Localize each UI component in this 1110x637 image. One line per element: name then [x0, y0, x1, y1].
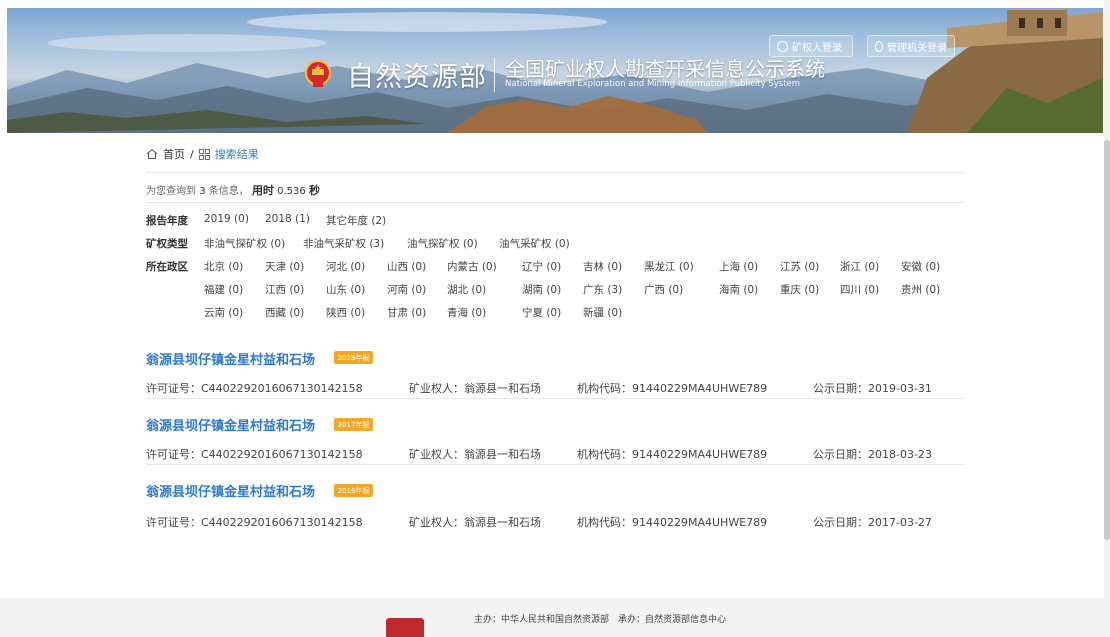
filter-type-option[interactable]: 油气采矿权 (0)	[499, 236, 570, 251]
license-number: 许可证号：C4402292016067130142158	[146, 516, 363, 529]
filter-type-option[interactable]: 油气探矿权 (0)	[407, 236, 478, 251]
brand-separator	[494, 58, 495, 92]
filter-region-option[interactable]: 四川 (0)	[840, 282, 879, 297]
filter-region-option[interactable]: 湖北 (0)	[447, 282, 486, 297]
footer: 主办：中华人民共和国自然资源部 承办：自然资源部信息中心	[0, 598, 1110, 637]
filter-type-option[interactable]: 非油气探矿权 (0)	[204, 236, 285, 251]
miner-login-button[interactable]: 矿权人登录	[769, 35, 853, 57]
home-icon	[146, 148, 158, 159]
user-icon	[777, 40, 788, 52]
filter-region-option[interactable]: 安徽 (0)	[901, 259, 940, 274]
divider	[146, 202, 964, 203]
filter-region-option[interactable]: 西藏 (0)	[265, 305, 304, 320]
filter-region-option[interactable]: 北京 (0)	[204, 259, 243, 274]
footer-sponsor: 主办：中华人民共和国自然资源部 承办：自然资源部信息中心	[474, 615, 727, 625]
filter-region-option[interactable]: 内蒙古 (0)	[447, 259, 497, 274]
national-emblem-icon	[305, 60, 331, 87]
filter-region-option[interactable]: 山东 (0)	[326, 282, 365, 297]
footer-logo	[386, 618, 424, 637]
admin-login-button[interactable]: 管理机关登录	[867, 35, 955, 57]
shield-icon	[875, 40, 883, 52]
filter-type-option[interactable]: 非油气采矿权 (3)	[303, 236, 384, 251]
admin-login-label: 管理机关登录	[887, 42, 947, 54]
filter-region-option[interactable]: 上海 (0)	[719, 259, 758, 274]
filter-region-option[interactable]: 福建 (0)	[204, 282, 243, 297]
divider	[146, 172, 964, 173]
result-title[interactable]: 翁源县坝仔镇金星村益和石场	[146, 415, 315, 434]
search-summary: 为您查询到 3 条信息， 用时 0.536 秒	[146, 182, 320, 198]
filter-region-option[interactable]: 江西 (0)	[265, 282, 304, 297]
filter-region-option[interactable]: 重庆 (0)	[780, 282, 819, 297]
filter-region-option[interactable]: 天津 (0)	[265, 259, 304, 274]
result-title[interactable]: 翁源县坝仔镇金星村益和石场	[146, 481, 315, 500]
result-title[interactable]: 翁源县坝仔镇金星村益和石场	[146, 349, 315, 368]
result-count: 3	[199, 186, 206, 197]
filter-region-option[interactable]: 陕西 (0)	[326, 305, 365, 320]
header-banner: 自然资源部 全国矿业权人勘查开采信息公示系统 National Mineral …	[7, 8, 1103, 133]
divider	[146, 398, 964, 399]
filter-region-option[interactable]: 宁夏 (0)	[522, 305, 561, 320]
mining-owner: 矿业权人：翁源县一和石场	[409, 516, 541, 529]
grid-icon	[198, 148, 210, 160]
year-badge: 2018年报	[334, 351, 373, 364]
filter-region-option[interactable]: 吉林 (0)	[583, 259, 622, 274]
summary-prefix: 为您查询到	[146, 186, 196, 197]
breadcrumb-home[interactable]: 首页	[163, 146, 185, 162]
time-unit: 秒	[308, 184, 320, 197]
publish-date: 公示日期：2018-03-23	[813, 448, 932, 461]
filter-year-option[interactable]: 2018 (1)	[265, 213, 310, 225]
publish-date: 公示日期：2017-03-27	[813, 516, 932, 529]
filter-region-option[interactable]: 黑龙江 (0)	[644, 259, 694, 274]
license-number: 许可证号：C4402292016067130142158	[146, 448, 363, 461]
filter-region-option[interactable]: 新疆 (0)	[583, 305, 622, 320]
scrollbar[interactable]	[1104, 0, 1110, 637]
page: 自然资源部 全国矿业权人勘查开采信息公示系统 National Mineral …	[0, 0, 1110, 637]
brand-name: 自然资源部	[347, 62, 487, 93]
filter-region-option[interactable]: 河北 (0)	[326, 259, 365, 274]
time-value: 0.536	[277, 186, 306, 197]
filter-region-option[interactable]: 江苏 (0)	[780, 259, 819, 274]
system-title-en: National Mineral Exploration and Mining …	[505, 79, 801, 89]
year-badge: 2016年报	[334, 484, 373, 497]
filter-type-label: 矿权类型	[146, 238, 188, 250]
filter-region-option[interactable]: 浙江 (0)	[840, 259, 879, 274]
breadcrumb-current: 搜索结果	[214, 148, 259, 161]
breadcrumb: 首页 / 搜索结果	[146, 146, 259, 162]
filter-year-option[interactable]: 2019 (0)	[204, 213, 249, 225]
filter-region-option[interactable]: 辽宁 (0)	[522, 259, 561, 274]
filter-region-option[interactable]: 甘肃 (0)	[387, 305, 426, 320]
scrollbar-thumb[interactable]	[1104, 140, 1110, 540]
org-code: 机构代码：91440229MA4UHWE789	[577, 382, 768, 395]
filter-region-option[interactable]: 海南 (0)	[719, 282, 758, 297]
filter-region-option[interactable]: 贵州 (0)	[901, 282, 940, 297]
org-code: 机构代码：91440229MA4UHWE789	[577, 516, 768, 529]
system-title: 全国矿业权人勘查开采信息公示系统	[505, 57, 825, 81]
filter-region-option[interactable]: 河南 (0)	[387, 282, 426, 297]
filter-region-option[interactable]: 云南 (0)	[204, 305, 243, 320]
mining-owner: 矿业权人：翁源县一和石场	[409, 382, 541, 395]
mining-owner: 矿业权人：翁源县一和石场	[409, 448, 541, 461]
year-badge: 2017年报	[334, 418, 373, 431]
filter-region-option[interactable]: 广东 (3)	[583, 282, 622, 297]
publish-date: 公示日期：2019-03-31	[813, 382, 932, 395]
org-code: 机构代码：91440229MA4UHWE789	[577, 448, 768, 461]
license-number: 许可证号：C4402292016067130142158	[146, 382, 363, 395]
filter-year-label: 报告年度	[146, 215, 188, 227]
summary-unit: 条信息，	[208, 186, 249, 197]
filter-region-option[interactable]: 湖南 (0)	[522, 282, 561, 297]
filter-region-option[interactable]: 广西 (0)	[644, 282, 683, 297]
filter-region-option[interactable]: 山西 (0)	[387, 259, 426, 274]
filter-region-label: 所在政区	[146, 261, 188, 273]
filter-year-option[interactable]: 其它年度 (2)	[326, 213, 386, 228]
time-label: 用时	[251, 184, 274, 197]
divider	[146, 464, 964, 465]
filter-region-option[interactable]: 青海 (0)	[447, 305, 486, 320]
miner-login-label: 矿权人登录	[792, 42, 842, 54]
breadcrumb-separator: /	[190, 147, 194, 161]
